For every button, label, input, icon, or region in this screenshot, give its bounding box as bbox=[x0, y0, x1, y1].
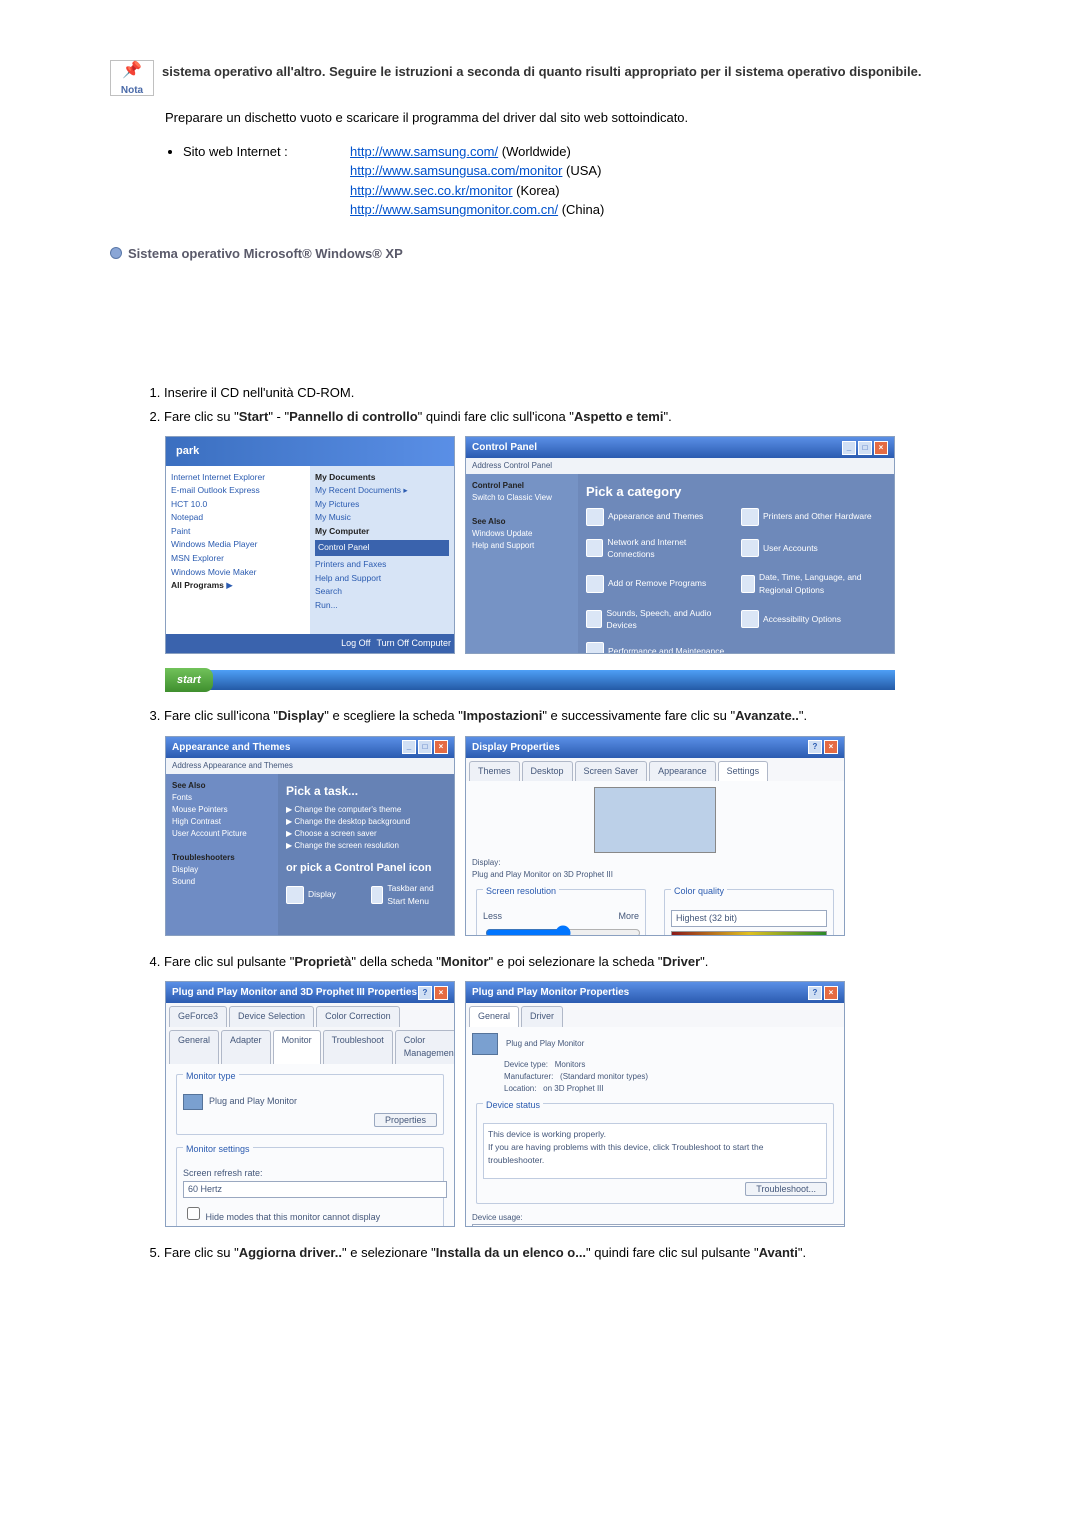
screenshot-monitor-properties: Plug and Play Monitor and 3D Prophet III… bbox=[165, 981, 455, 1227]
tab-themes[interactable]: Themes bbox=[469, 761, 520, 782]
bullet-icon bbox=[110, 247, 122, 259]
intro-text: Preparare un dischetto vuoto e scaricare… bbox=[165, 108, 970, 128]
hide-modes-checkbox[interactable] bbox=[187, 1207, 200, 1220]
device-usage-select[interactable]: Use this device (enable) bbox=[472, 1224, 845, 1228]
tab-monitor[interactable]: Monitor bbox=[273, 1030, 321, 1064]
link-usa-suffix: (USA) bbox=[562, 163, 601, 178]
note-text: sistema operativo all'altro. Seguire le … bbox=[162, 62, 970, 82]
screenshot-pnp-monitor-properties: Plug and Play Monitor Properties ?× Gene… bbox=[465, 981, 845, 1227]
minimize-icon[interactable]: _ bbox=[842, 441, 856, 455]
pin-icon: 📌 bbox=[122, 59, 142, 83]
screenshot-display-properties: Display Properties ?× Themes Desktop Scr… bbox=[465, 736, 845, 936]
screenshot-appearance-themes: Appearance and Themes _□× Address Appear… bbox=[165, 736, 455, 936]
monitor-icon bbox=[183, 1094, 203, 1110]
step-2: Fare clic su "Start" - "Pannello di cont… bbox=[164, 407, 970, 427]
refresh-rate-select[interactable]: 60 Hertz bbox=[183, 1181, 447, 1199]
log-off-button[interactable]: Log Off bbox=[341, 637, 370, 651]
step-1: Inserire il CD nell'unità CD-ROM. bbox=[164, 383, 970, 403]
close-icon[interactable]: × bbox=[874, 441, 888, 455]
taskbar: start bbox=[165, 670, 895, 690]
link-usa[interactable]: http://www.samsungusa.com/monitor bbox=[350, 163, 562, 178]
resolution-slider[interactable] bbox=[485, 925, 641, 936]
address-bar[interactable]: Address Control Panel bbox=[466, 458, 894, 474]
properties-button[interactable]: Properties bbox=[374, 1113, 437, 1127]
start-menu-user: park bbox=[166, 437, 454, 466]
step-4: Fare clic sul pulsante "Proprietà" della… bbox=[164, 952, 970, 972]
link-china[interactable]: http://www.samsungmonitor.com.cn/ bbox=[350, 202, 558, 217]
link-worldwide[interactable]: http://www.samsung.com/ bbox=[350, 144, 498, 159]
note-icon: 📌 Nota bbox=[110, 60, 154, 96]
display-icon[interactable]: Display bbox=[286, 882, 361, 908]
tab-screensaver[interactable]: Screen Saver bbox=[575, 761, 648, 782]
link-korea-suffix: (Korea) bbox=[513, 183, 560, 198]
tab-desktop[interactable]: Desktop bbox=[522, 761, 573, 782]
cp-title: Control Panel bbox=[472, 440, 537, 455]
screenshot-control-panel: Control Panel _□× Address Control Panel … bbox=[465, 436, 895, 654]
turn-off-button[interactable]: Turn Off Computer bbox=[376, 637, 451, 651]
tab-settings[interactable]: Settings bbox=[718, 761, 769, 782]
tab-general[interactable]: General bbox=[469, 1006, 519, 1027]
link-worldwide-suffix: (Worldwide) bbox=[498, 144, 571, 159]
color-quality-select[interactable]: Highest (32 bit) bbox=[671, 910, 827, 928]
section-title: Sistema operativo Microsoft® Windows® XP bbox=[128, 244, 403, 264]
monitor-icon bbox=[472, 1033, 498, 1055]
note-label: Nota bbox=[121, 83, 143, 98]
start-button[interactable]: start bbox=[165, 668, 213, 693]
link-china-suffix: (China) bbox=[558, 202, 604, 217]
step-5: Fare clic su "Aggiorna driver.." e selez… bbox=[164, 1243, 970, 1263]
cat-appearance[interactable]: Appearance and Themes bbox=[586, 508, 731, 526]
pick-category: Pick a category bbox=[586, 482, 886, 502]
troubleshoot-button[interactable]: Troubleshoot... bbox=[745, 1182, 827, 1196]
step-3: Fare clic sull'icona "Display" e sceglie… bbox=[164, 706, 970, 726]
tab-appearance[interactable]: Appearance bbox=[649, 761, 716, 782]
all-programs[interactable]: All Programs bbox=[171, 580, 224, 590]
tab-driver[interactable]: Driver bbox=[521, 1006, 563, 1027]
links-label: Sito web Internet : bbox=[183, 142, 350, 162]
link-korea[interactable]: http://www.sec.co.kr/monitor bbox=[350, 183, 513, 198]
screenshot-start-menu: park Internet Internet Explorer E-mail O… bbox=[165, 436, 455, 654]
control-panel-link[interactable]: Control Panel bbox=[315, 540, 449, 556]
maximize-icon[interactable]: □ bbox=[858, 441, 872, 455]
